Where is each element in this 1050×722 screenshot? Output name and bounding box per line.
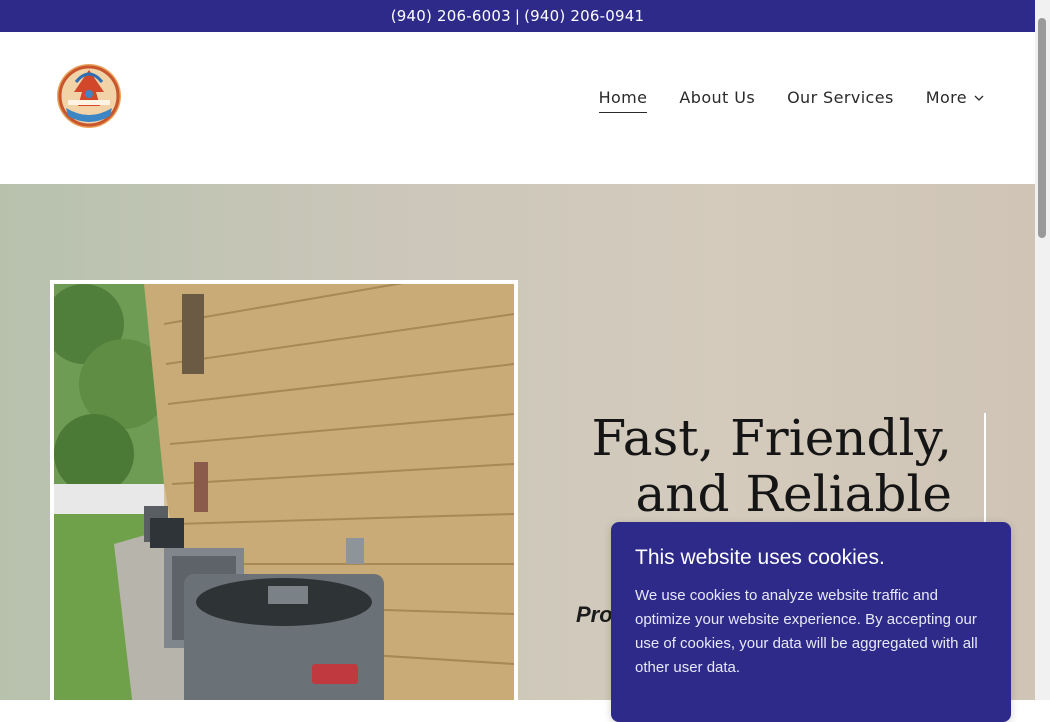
- nav-home[interactable]: Home: [598, 88, 648, 113]
- phone-number-primary[interactable]: (940) 206-6003: [391, 7, 511, 25]
- hero-headline-line-2: and Reliable: [635, 465, 952, 523]
- page-scrollbar-thumb[interactable]: [1038, 18, 1046, 238]
- company-logo-icon[interactable]: [52, 62, 126, 130]
- cookie-banner-message: We use cookies to analyze website traffi…: [635, 587, 978, 676]
- site-header: Home About Us Our Services More: [0, 32, 1035, 184]
- ac-units-photo: [54, 284, 514, 700]
- cookie-consent-banner: This website uses cookies. We use cookie…: [611, 522, 1011, 722]
- nav-more-label: More: [925, 88, 967, 107]
- phone-number-secondary[interactable]: (940) 206-0941: [524, 7, 644, 25]
- phone-separator: |: [514, 7, 521, 25]
- headline-divider: [984, 413, 986, 533]
- nav-about-us[interactable]: About Us: [679, 88, 755, 113]
- chevron-down-icon: [974, 95, 984, 101]
- hero-headline: Fast, Friendly, and Reliable: [570, 410, 952, 522]
- main-navigation: Home About Us Our Services More: [598, 88, 985, 113]
- cookie-banner-title: This website uses cookies.: [635, 546, 885, 569]
- hero-photo-frame: [50, 280, 518, 700]
- top-contact-bar: (940) 206-6003 | (940) 206-0941: [0, 0, 1035, 32]
- nav-our-services[interactable]: Our Services: [787, 88, 894, 113]
- nav-more[interactable]: More: [926, 88, 985, 113]
- hero-headline-line-1: Fast, Friendly,: [591, 409, 952, 467]
